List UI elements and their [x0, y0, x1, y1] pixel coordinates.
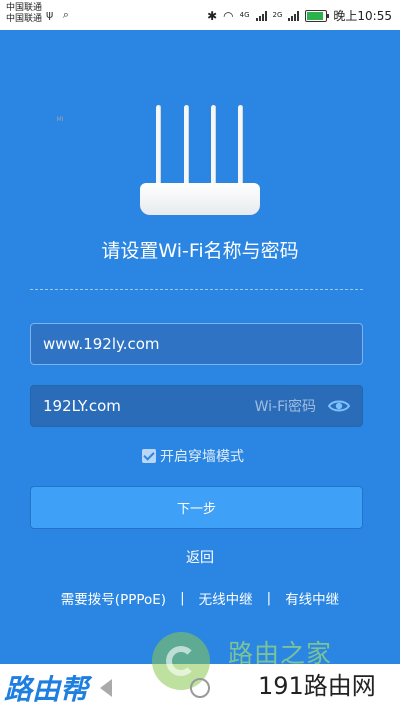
router-antenna — [211, 105, 216, 187]
nav-back-icon[interactable] — [100, 679, 112, 697]
divider — [30, 289, 363, 290]
router-illustration — [140, 105, 260, 215]
next-button[interactable]: 下一步 — [30, 486, 363, 529]
mode-wireless-repeater-link[interactable]: 无线中继 — [199, 588, 253, 608]
watermark-left: 路由帮 — [4, 673, 89, 706]
usb-icon: ψ — [46, 8, 54, 21]
wifi-icon: ◠ — [223, 8, 234, 23]
wall-mode-label[interactable]: 开启穿墙模式 — [160, 446, 244, 466]
status-bar: 中国联通 中国联通 ψ ⌕ ✱ ◠ 4G 2G 晚上10:55 — [0, 0, 400, 30]
network-type-2: 2G — [272, 11, 283, 19]
router-antenna — [156, 105, 161, 187]
watermark-center: 路由之家 — [228, 639, 333, 668]
show-password-eye-icon[interactable] — [328, 399, 350, 413]
clock: 晚上10:55 — [333, 9, 392, 23]
mode-pppoe-link[interactable]: 需要拨号(PPPoE) — [61, 588, 166, 608]
page-title: 请设置Wi-Fi名称与密码 — [101, 240, 299, 262]
router-antenna — [238, 105, 243, 187]
mode-separator: | — [266, 590, 272, 606]
search-icon: ⌕ — [62, 8, 69, 21]
mode-wired-repeater-link[interactable]: 有线中继 — [285, 588, 339, 608]
battery-icon — [305, 9, 330, 22]
wifi-password-field[interactable]: Wi-Fi密码 — [30, 385, 363, 427]
network-type-1: 4G — [239, 11, 250, 19]
mode-separator: | — [180, 590, 185, 606]
router-logo: MI — [56, 116, 64, 123]
router-antenna — [184, 105, 189, 187]
wifi-password-label: Wi-Fi密码 — [254, 399, 316, 415]
signal-icon-1 — [255, 10, 267, 21]
back-link[interactable]: 返回 — [0, 547, 400, 567]
signal-icon-2 — [288, 10, 300, 21]
carrier-2: 中国联通 — [6, 14, 43, 24]
carrier-1: 中国联通 — [6, 3, 43, 13]
wifi-name-field[interactable] — [30, 323, 363, 365]
wifi-name-input[interactable] — [43, 335, 350, 353]
connection-modes: 需要拨号(PPPoE) | 无线中继 | 有线中继 — [0, 588, 400, 608]
watermark-right: 191路由网 — [254, 666, 380, 701]
router-body — [140, 183, 260, 215]
wall-mode-option[interactable]: 开启穿墙模式 — [142, 446, 244, 466]
carrier-info: 中国联通 中国联通 — [6, 3, 42, 25]
wifi-password-input[interactable] — [43, 397, 255, 415]
bluetooth-icon: ✱ — [207, 8, 218, 23]
nav-home-icon[interactable] — [190, 678, 210, 698]
wall-mode-checkbox[interactable] — [142, 449, 156, 463]
